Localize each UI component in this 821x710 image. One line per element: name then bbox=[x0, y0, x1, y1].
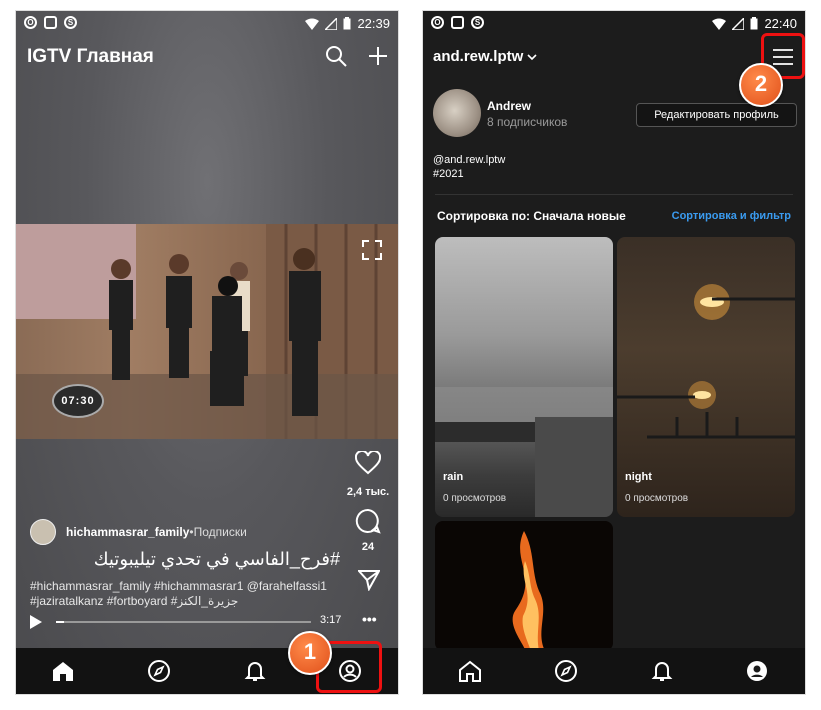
chevron-down-icon[interactable] bbox=[527, 53, 538, 61]
step-badge: 2 bbox=[739, 63, 783, 107]
video-tile[interactable]: rain 0 просмотров bbox=[435, 237, 613, 517]
video-caption: #فرح_الفاسي في تحدي تيليبوتيك bbox=[93, 549, 340, 569]
status-time: 22:39 bbox=[357, 16, 390, 31]
play-icon[interactable] bbox=[30, 615, 42, 629]
sort-filter-link[interactable]: Сортировка и фильтр bbox=[672, 210, 791, 222]
follow-label[interactable]: Подписки bbox=[194, 525, 247, 539]
avatar[interactable] bbox=[433, 89, 481, 137]
explore-icon[interactable] bbox=[147, 659, 171, 683]
profile-name: Andrew bbox=[487, 99, 532, 113]
bell-icon[interactable] bbox=[650, 659, 674, 683]
sort-label: Сортировка по: Сначала новые bbox=[437, 209, 626, 223]
app-icon bbox=[44, 16, 57, 29]
signal-icon bbox=[325, 17, 338, 30]
like-count: 2,4 тыс. bbox=[346, 486, 390, 498]
video-tile[interactable]: night 0 просмотров bbox=[617, 237, 795, 517]
bell-icon[interactable] bbox=[243, 659, 267, 683]
video-views: 0 просмотров bbox=[443, 493, 507, 504]
status-bar: O S 22:39 bbox=[16, 11, 398, 37]
profile-screen: O S 22:40 and.rew.lptw Andrew 8 подписчи… bbox=[423, 11, 805, 694]
step-badge: 1 bbox=[288, 631, 332, 675]
account-switcher[interactable]: and.rew.lptw bbox=[433, 48, 538, 65]
bio-handle[interactable]: @and.rew.lptw bbox=[433, 153, 505, 167]
more-icon[interactable]: ••• bbox=[362, 611, 377, 627]
wifi-icon bbox=[305, 18, 320, 30]
author-row[interactable]: hichammasrar_family • Подписки bbox=[30, 519, 247, 545]
igtv-home-screen: O S 22:39 IGTV Главная 07:30 2,4 тыс. 24… bbox=[16, 11, 398, 694]
bottom-nav bbox=[423, 648, 805, 694]
channel-logo: 07:30 bbox=[52, 384, 104, 418]
wifi-icon bbox=[712, 18, 727, 30]
opera-icon: O bbox=[24, 16, 37, 29]
hashtags-line[interactable]: #hichammasrar_family #hichammasrar1 @far… bbox=[30, 579, 340, 594]
status-bar: O S 22:40 bbox=[423, 11, 805, 37]
hashtags-line[interactable]: #jaziratalkanz #fortboyard #جزيرة_الكنز bbox=[30, 594, 340, 609]
progress-fill bbox=[56, 621, 64, 623]
app-icon bbox=[451, 16, 464, 29]
plus-icon[interactable] bbox=[366, 44, 390, 68]
shazam-icon: S bbox=[64, 16, 77, 29]
shazam-icon: S bbox=[471, 16, 484, 29]
author-username[interactable]: hichammasrar_family bbox=[66, 525, 189, 539]
bio-hashtag[interactable]: #2021 bbox=[433, 167, 505, 181]
video-title: night bbox=[625, 471, 652, 483]
comment-action[interactable]: 24 bbox=[338, 508, 398, 553]
share-icon[interactable] bbox=[358, 569, 380, 591]
home-icon[interactable] bbox=[51, 659, 75, 683]
progress-track[interactable] bbox=[56, 621, 311, 623]
comment-icon[interactable] bbox=[355, 508, 381, 534]
profile-icon[interactable] bbox=[745, 659, 769, 683]
fullscreen-icon[interactable] bbox=[362, 240, 382, 260]
comment-count: 24 bbox=[361, 541, 375, 553]
playback-controls: 3:17 ••• bbox=[30, 611, 390, 630]
video-views: 0 просмотров bbox=[625, 493, 689, 504]
search-icon[interactable] bbox=[324, 44, 348, 68]
home-icon[interactable] bbox=[458, 659, 482, 683]
bio: @and.rew.lptw #2021 bbox=[433, 153, 505, 181]
explore-icon[interactable] bbox=[554, 659, 578, 683]
hashtags: #hichammasrar_family #hichammasrar1 @far… bbox=[30, 579, 340, 609]
edit-profile-button[interactable]: Редактировать профиль bbox=[636, 103, 797, 127]
like-action[interactable]: 2,4 тыс. bbox=[338, 449, 398, 498]
heart-icon[interactable] bbox=[354, 449, 382, 475]
tile-thumbnail bbox=[512, 531, 545, 651]
status-time: 22:40 bbox=[764, 16, 797, 31]
avatar[interactable] bbox=[30, 519, 56, 545]
signal-icon bbox=[732, 17, 745, 30]
video-player[interactable]: 07:30 bbox=[16, 224, 398, 439]
followers-count[interactable]: 8 подписчиков bbox=[487, 115, 567, 129]
page-title: IGTV Главная bbox=[27, 46, 154, 67]
opera-icon: O bbox=[431, 16, 444, 29]
video-tile[interactable] bbox=[435, 521, 613, 651]
divider bbox=[435, 194, 793, 195]
username[interactable]: and.rew.lptw bbox=[433, 48, 523, 65]
video-title: rain bbox=[443, 471, 464, 483]
duration: 3:17 bbox=[320, 614, 342, 626]
battery-icon bbox=[343, 17, 351, 30]
battery-icon bbox=[750, 17, 758, 30]
